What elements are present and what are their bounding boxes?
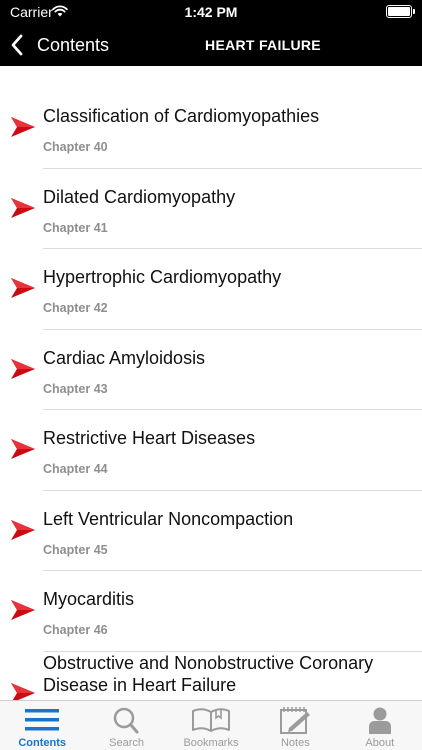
chapter-row[interactable]: Hypertrophic Cardiomyopathy Chapter 42 (0, 249, 422, 330)
chapter-number: Chapter 45 (43, 542, 108, 557)
navigation-bar: HEART FAILURE Contents (0, 24, 422, 66)
red-arrow-icon (11, 358, 35, 379)
tab-notes[interactable]: Notes (253, 701, 337, 750)
tab-label: Contents (18, 737, 67, 749)
tab-bar: Contents Search Bookmarks Notes About (0, 700, 422, 750)
red-arrow-icon (11, 682, 35, 700)
status-bar: Carrier 1:42 PM (0, 0, 422, 24)
chapter-title: Cardiac Amyloidosis (43, 347, 206, 368)
chapter-number: Chapter 40 (43, 140, 108, 154)
chapter-row[interactable]: Dilated Cardiomyopathy Chapter 41 (0, 169, 422, 249)
open-book-icon (191, 708, 230, 732)
battery-icon (386, 5, 415, 18)
chapter-title: Dilated Cardiomyopathy (43, 186, 236, 207)
person-icon (368, 707, 391, 734)
chapter-number: Chapter 42 (43, 301, 108, 315)
chapter-row[interactable]: Classification of Cardiomyopathies Chapt… (0, 88, 422, 169)
red-arrow-icon (11, 519, 35, 540)
chapter-title: Restrictive Heart Diseases (43, 428, 256, 448)
tab-bookmarks[interactable]: Bookmarks (169, 701, 253, 750)
chapter-title: Classification of Cardiomyopathies (43, 106, 320, 126)
chapter-row[interactable]: Left Ventricular Noncompaction Chapter 4… (0, 491, 422, 571)
chapter-row[interactable]: Myocarditis Chapter 46 (0, 571, 422, 652)
chapter-number: Chapter 41 (43, 220, 108, 235)
chapter-title: Left Ventricular Noncompaction (43, 508, 294, 529)
tab-search[interactable]: Search (84, 701, 168, 750)
chapter-row[interactable]: Obstructive and Nonobstructive Coronary … (0, 653, 422, 700)
red-arrow-icon (11, 278, 35, 298)
chapter-row[interactable]: Cardiac Amyloidosis Chapter 43 (0, 330, 422, 410)
chapter-title: Myocarditis (43, 589, 135, 609)
chapter-number: Chapter 44 (43, 462, 108, 476)
red-arrow-icon (11, 197, 35, 218)
tab-label: Bookmarks (183, 737, 239, 749)
chapter-number: Chapter 46 (43, 623, 108, 637)
chevron-left-icon (11, 34, 23, 56)
red-arrow-icon (11, 439, 35, 459)
red-arrow-icon (11, 600, 35, 620)
back-button[interactable]: Contents (10, 24, 109, 66)
tab-label: Search (109, 737, 145, 749)
tab-label: Notes (280, 737, 310, 749)
back-button-label: Contents (37, 34, 110, 55)
tab-about[interactable]: About (338, 701, 422, 750)
magnifier-icon (113, 707, 139, 734)
notepad-icon (280, 707, 311, 734)
status-time: 1:42 PM (184, 4, 238, 20)
chapter-row[interactable]: Restrictive Heart Diseases Chapter 44 (0, 410, 422, 491)
tab-label: About (365, 737, 395, 749)
red-arrow-icon (11, 117, 35, 137)
chapter-list[interactable]: Classification of Cardiomyopathies Chapt… (0, 88, 422, 700)
chapter-title: Hypertrophic Cardiomyopathy (43, 267, 282, 287)
chapter-title: Obstructive and Nonobstructive Coronary … (43, 652, 374, 695)
chapter-number: Chapter 43 (43, 381, 108, 396)
tab-contents[interactable]: Contents (0, 701, 84, 750)
list-icon (25, 709, 60, 731)
